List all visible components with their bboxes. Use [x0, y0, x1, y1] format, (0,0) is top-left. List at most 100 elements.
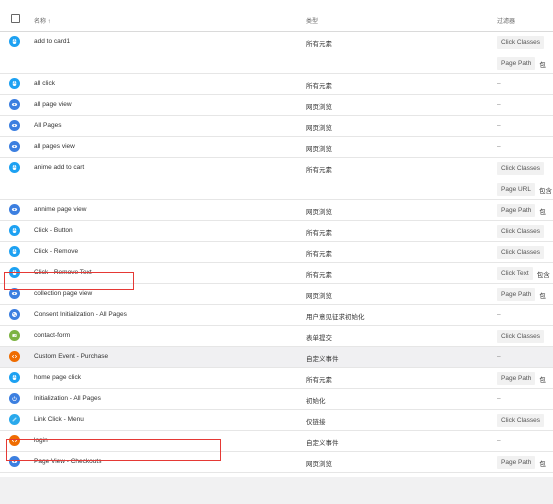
- trigger-name-link[interactable]: collection page view: [34, 290, 92, 297]
- click-icon: [9, 36, 20, 47]
- click-icon: [9, 267, 20, 278]
- table-row[interactable]: home page click 所有元素 Page Path 包: [0, 368, 553, 389]
- table-row[interactable]: Click - Remove 所有元素 Click Classes: [0, 242, 553, 263]
- click-icon: [9, 78, 20, 89]
- no-filter-dash: –: [497, 353, 501, 360]
- table-row[interactable]: Consent Initialization - All Pages 用户意见征求…: [0, 305, 553, 326]
- table-row[interactable]: login 自定义事件 –: [0, 431, 553, 452]
- trigger-filters: –: [497, 98, 501, 108]
- trigger-name-link[interactable]: Consent Initialization - All Pages: [34, 311, 127, 318]
- trigger-name-link[interactable]: anime add to cart: [34, 164, 84, 171]
- table-row[interactable]: all page view 网页浏览 –: [0, 95, 553, 116]
- click-icon: [9, 162, 20, 173]
- trigger-filters: –: [497, 392, 501, 402]
- trigger-type: 网页浏览: [306, 104, 332, 111]
- filter-condition: Click Text 包含: [497, 266, 550, 281]
- trigger-type: 表单提交: [306, 335, 332, 342]
- link-icon: [9, 414, 20, 425]
- table-row[interactable]: Link Click - Menu 仅链接 Click Classes: [0, 410, 553, 431]
- trigger-type: 所有元素: [306, 83, 332, 90]
- trigger-filters: –: [497, 434, 501, 444]
- trigger-name-link[interactable]: login: [34, 437, 48, 444]
- column-header-name[interactable]: 名称 ↑: [34, 16, 51, 25]
- table-row[interactable]: All Pages 网页浏览 –: [0, 116, 553, 137]
- trigger-name-link[interactable]: Click - Remove Text: [34, 269, 92, 276]
- trigger-type: 所有元素: [306, 167, 332, 174]
- table-row[interactable]: Page View - Checkouts 网页浏览 Page Path 包: [0, 452, 553, 473]
- trigger-type: 仅链接: [306, 419, 326, 426]
- trigger-type: 所有元素: [306, 251, 332, 258]
- filter-variable-chip: Page Path: [497, 204, 536, 217]
- filter-condition: Click Classes: [497, 161, 552, 176]
- click-icon: [9, 225, 20, 236]
- trigger-name-link[interactable]: home page click: [34, 374, 81, 381]
- trigger-name-link[interactable]: Custom Event - Purchase: [34, 353, 108, 360]
- filter-variable-chip: Click Text: [497, 267, 533, 280]
- filter-variable-chip: Click Classes: [497, 414, 545, 427]
- table-row[interactable]: Custom Event - Purchase 自定义事件 –: [0, 347, 553, 368]
- table-row[interactable]: contact-form 表单提交 Click Classes: [0, 326, 553, 347]
- trigger-name-link[interactable]: Link Click - Menu: [34, 416, 84, 423]
- filter-variable-chip: Page Path: [497, 456, 536, 469]
- table-row[interactable]: Click - Remove Text 所有元素 Click Text 包含: [0, 263, 553, 284]
- table-footer-area: [0, 477, 553, 504]
- trigger-type: 所有元素: [306, 230, 332, 237]
- trigger-name-link[interactable]: Initialization - All Pages: [34, 395, 101, 402]
- table-row[interactable]: all pages view 网页浏览 –: [0, 137, 553, 158]
- column-header-filter: 过滤器: [497, 19, 516, 25]
- custom-event-icon: [9, 435, 20, 446]
- trigger-filters: –: [497, 350, 501, 360]
- filter-condition: Page Path 包: [497, 371, 546, 386]
- click-icon: [9, 372, 20, 383]
- trigger-filters: –: [497, 140, 501, 150]
- trigger-type: 网页浏览: [306, 209, 332, 216]
- eye-icon: [9, 120, 20, 131]
- no-filter-dash: –: [497, 311, 501, 318]
- filter-operator: 包含: [539, 187, 552, 195]
- table-row[interactable]: Initialization - All Pages 初始化 –: [0, 389, 553, 410]
- filter-condition: Page Path 包: [497, 455, 546, 470]
- trigger-name-link[interactable]: Click - Remove: [34, 248, 78, 255]
- table-row[interactable]: anime add to cart 所有元素 Click Classes Page U…: [0, 158, 553, 200]
- table-row[interactable]: collection page view 网页浏览 Page Path 包: [0, 284, 553, 305]
- trigger-type: 网页浏览: [306, 125, 332, 132]
- filter-condition: Click Classes: [497, 224, 545, 239]
- trigger-name-link[interactable]: all pages view: [34, 143, 75, 150]
- filter-variable-chip: Page Path: [497, 372, 536, 385]
- trigger-name-link[interactable]: Page View - Checkouts: [34, 458, 101, 465]
- filter-condition: Page Path 包: [497, 287, 546, 302]
- table-body: add to card1 所有元素 Click Classes Page Path 包 a…: [0, 32, 553, 494]
- trigger-name-link[interactable]: All Pages: [34, 122, 61, 129]
- trigger-name-link[interactable]: all page view: [34, 101, 72, 108]
- no-filter-dash: –: [497, 122, 501, 129]
- trigger-type: 自定义事件: [306, 440, 339, 447]
- trigger-type: 所有元素: [306, 377, 332, 384]
- filter-operator: 包: [539, 460, 546, 468]
- table-row[interactable]: Click - Button 所有元素 Click Classes: [0, 221, 553, 242]
- trigger-filters: –: [497, 308, 501, 318]
- custom-event-icon: [9, 351, 20, 362]
- filter-variable-chip: Click Classes: [497, 36, 545, 49]
- no-filter-dash: –: [497, 80, 501, 87]
- column-header-type[interactable]: 类型: [306, 16, 318, 25]
- trigger-type: 初始化: [306, 398, 326, 405]
- trigger-name-link[interactable]: all click: [34, 80, 55, 87]
- trigger-filters: –: [497, 77, 501, 87]
- trigger-type: 网页浏览: [306, 461, 332, 468]
- trigger-name-link[interactable]: contact-form: [34, 332, 70, 339]
- table-header: 名称 ↑ 类型 过滤器: [0, 0, 553, 32]
- trigger-type: 所有元素: [306, 272, 332, 279]
- consent-icon: [9, 309, 20, 320]
- trigger-name-link[interactable]: Click - Button: [34, 227, 73, 234]
- trigger-name-link[interactable]: annime page view: [34, 206, 86, 213]
- eye-icon: [9, 204, 20, 215]
- filter-variable-chip: Click Classes: [497, 225, 545, 238]
- trigger-type: 所有元素: [306, 41, 332, 48]
- select-all-checkbox[interactable]: [11, 14, 20, 23]
- triggers-table: 名称 ↑ 类型 过滤器 add to card1 所有元素 Click Classe…: [0, 0, 553, 494]
- table-row[interactable]: annime page view 网页浏览 Page Path 包: [0, 200, 553, 221]
- table-row[interactable]: add to card1 所有元素 Click Classes Page Path 包: [0, 32, 553, 74]
- table-row[interactable]: all click 所有元素 –: [0, 74, 553, 95]
- filter-variable-chip: Click Classes: [497, 330, 545, 343]
- trigger-name-link[interactable]: add to card1: [34, 38, 70, 45]
